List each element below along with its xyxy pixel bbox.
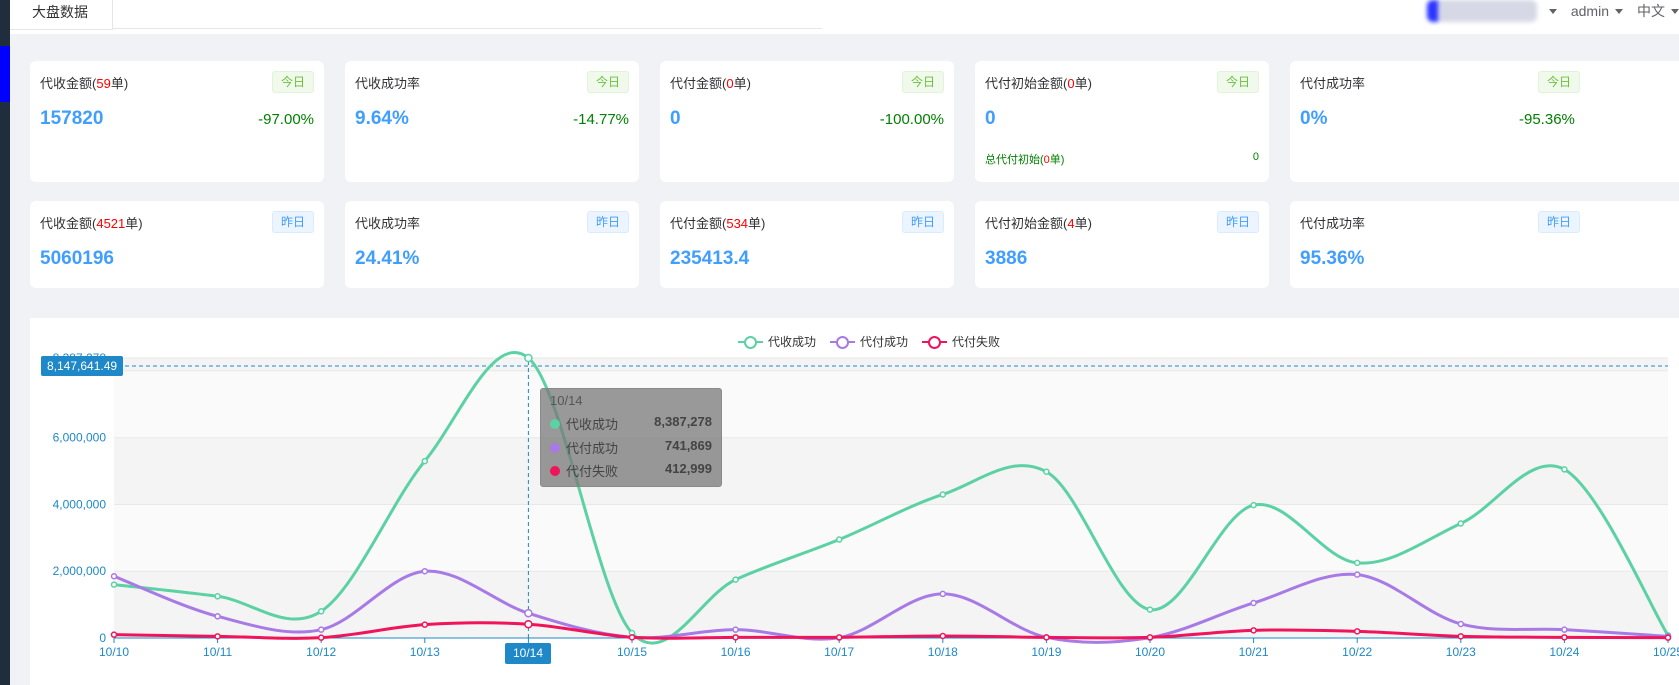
grid-band	[114, 571, 1668, 638]
data-point	[214, 633, 221, 640]
data-point	[524, 608, 533, 618]
data-point	[421, 567, 429, 575]
y-tick-label: 6,000,000	[53, 431, 107, 445]
legend-red-icon	[922, 335, 948, 349]
tooltip-row: 代付成功 741,869	[550, 438, 712, 458]
data-point	[524, 619, 533, 629]
grid-band	[114, 437, 1668, 505]
grid-band	[114, 358, 1668, 371]
legend-item[interactable]: 代付成功	[830, 333, 908, 350]
data-point	[317, 608, 325, 615]
x-tick-label: 10/23	[1446, 645, 1476, 659]
data-point	[732, 576, 739, 583]
data-point	[1043, 634, 1050, 641]
data-point	[835, 536, 843, 543]
y-tick-label: 4,000,000	[53, 497, 107, 511]
legend-item[interactable]: 代收成功	[738, 333, 816, 350]
data-point	[732, 634, 739, 641]
grid-band	[114, 370, 1668, 438]
data-point	[1561, 626, 1568, 633]
tooltip-row: 代收成功 8,387,278	[550, 414, 712, 434]
legend-item[interactable]: 代付失败	[922, 333, 1000, 350]
data-point	[1457, 633, 1465, 640]
data-point	[524, 353, 533, 363]
data-point	[1250, 627, 1257, 634]
data-point	[1561, 634, 1568, 641]
data-point	[110, 572, 118, 580]
y-tick-label: 2,000,000	[53, 564, 107, 578]
data-point	[110, 631, 118, 638]
data-point	[1457, 620, 1465, 628]
data-point	[939, 491, 947, 498]
x-tick-label: 10/20	[1135, 645, 1165, 659]
x-tick-label: 10/10	[99, 645, 129, 659]
x-tick-label: 10/19	[1031, 645, 1061, 659]
data-point	[1353, 628, 1361, 635]
legend-green-icon	[738, 335, 763, 349]
x-tick-label: 10/21	[1239, 645, 1269, 659]
data-point	[421, 621, 429, 628]
series-dot-icon	[550, 466, 560, 476]
x-tick-label: 10/18	[928, 645, 958, 659]
tooltip-title: 10/14	[550, 393, 583, 408]
x-tick-label: 10/11	[203, 645, 232, 659]
tooltip-row: 代付失败 412,999	[550, 461, 712, 481]
data-point	[214, 593, 221, 600]
x-tick-label: 10/15	[617, 645, 647, 659]
data-point	[1250, 501, 1257, 509]
data-point	[1146, 606, 1154, 613]
data-point	[628, 634, 636, 641]
x-tick-label: 10/13	[410, 645, 440, 659]
x-tick-label: 10/12	[306, 645, 336, 659]
data-point	[214, 613, 221, 620]
x-tick-label: 10/17	[824, 645, 854, 659]
data-point	[1353, 559, 1361, 567]
x-tick-label: 10/22	[1342, 645, 1372, 659]
x-tick-label: 10/16	[721, 645, 751, 659]
x-tick-label: 10/24	[1549, 645, 1579, 659]
legend-purple-icon	[830, 335, 856, 349]
crosshair-y-label: 8,147,641.49	[41, 356, 124, 376]
data-point	[317, 626, 325, 633]
data-point	[110, 581, 118, 588]
data-point	[317, 634, 325, 641]
data-point	[1043, 468, 1050, 475]
x-tick-label: 10/25	[1653, 645, 1679, 659]
data-point	[1353, 571, 1361, 578]
data-point	[1146, 634, 1154, 641]
data-point	[1457, 520, 1465, 527]
data-point	[939, 590, 947, 598]
series-dot-icon	[550, 443, 560, 453]
series-dot-icon	[550, 419, 560, 429]
data-point	[1561, 466, 1568, 473]
crosshair-x-label: 10/14	[505, 643, 551, 664]
data-point	[732, 626, 739, 633]
data-point	[835, 634, 843, 641]
data-point	[1250, 599, 1257, 607]
data-point	[1664, 634, 1672, 641]
chart-tooltip: 10/14 代收成功 8,387,278 代付成功 741,869 代付失败 412,…	[540, 388, 722, 487]
data-point	[939, 632, 947, 640]
chart-legend: 代收成功 代付成功 代付失败	[738, 333, 1000, 350]
data-point	[421, 457, 429, 465]
y-tick-label: 0	[99, 631, 106, 645]
